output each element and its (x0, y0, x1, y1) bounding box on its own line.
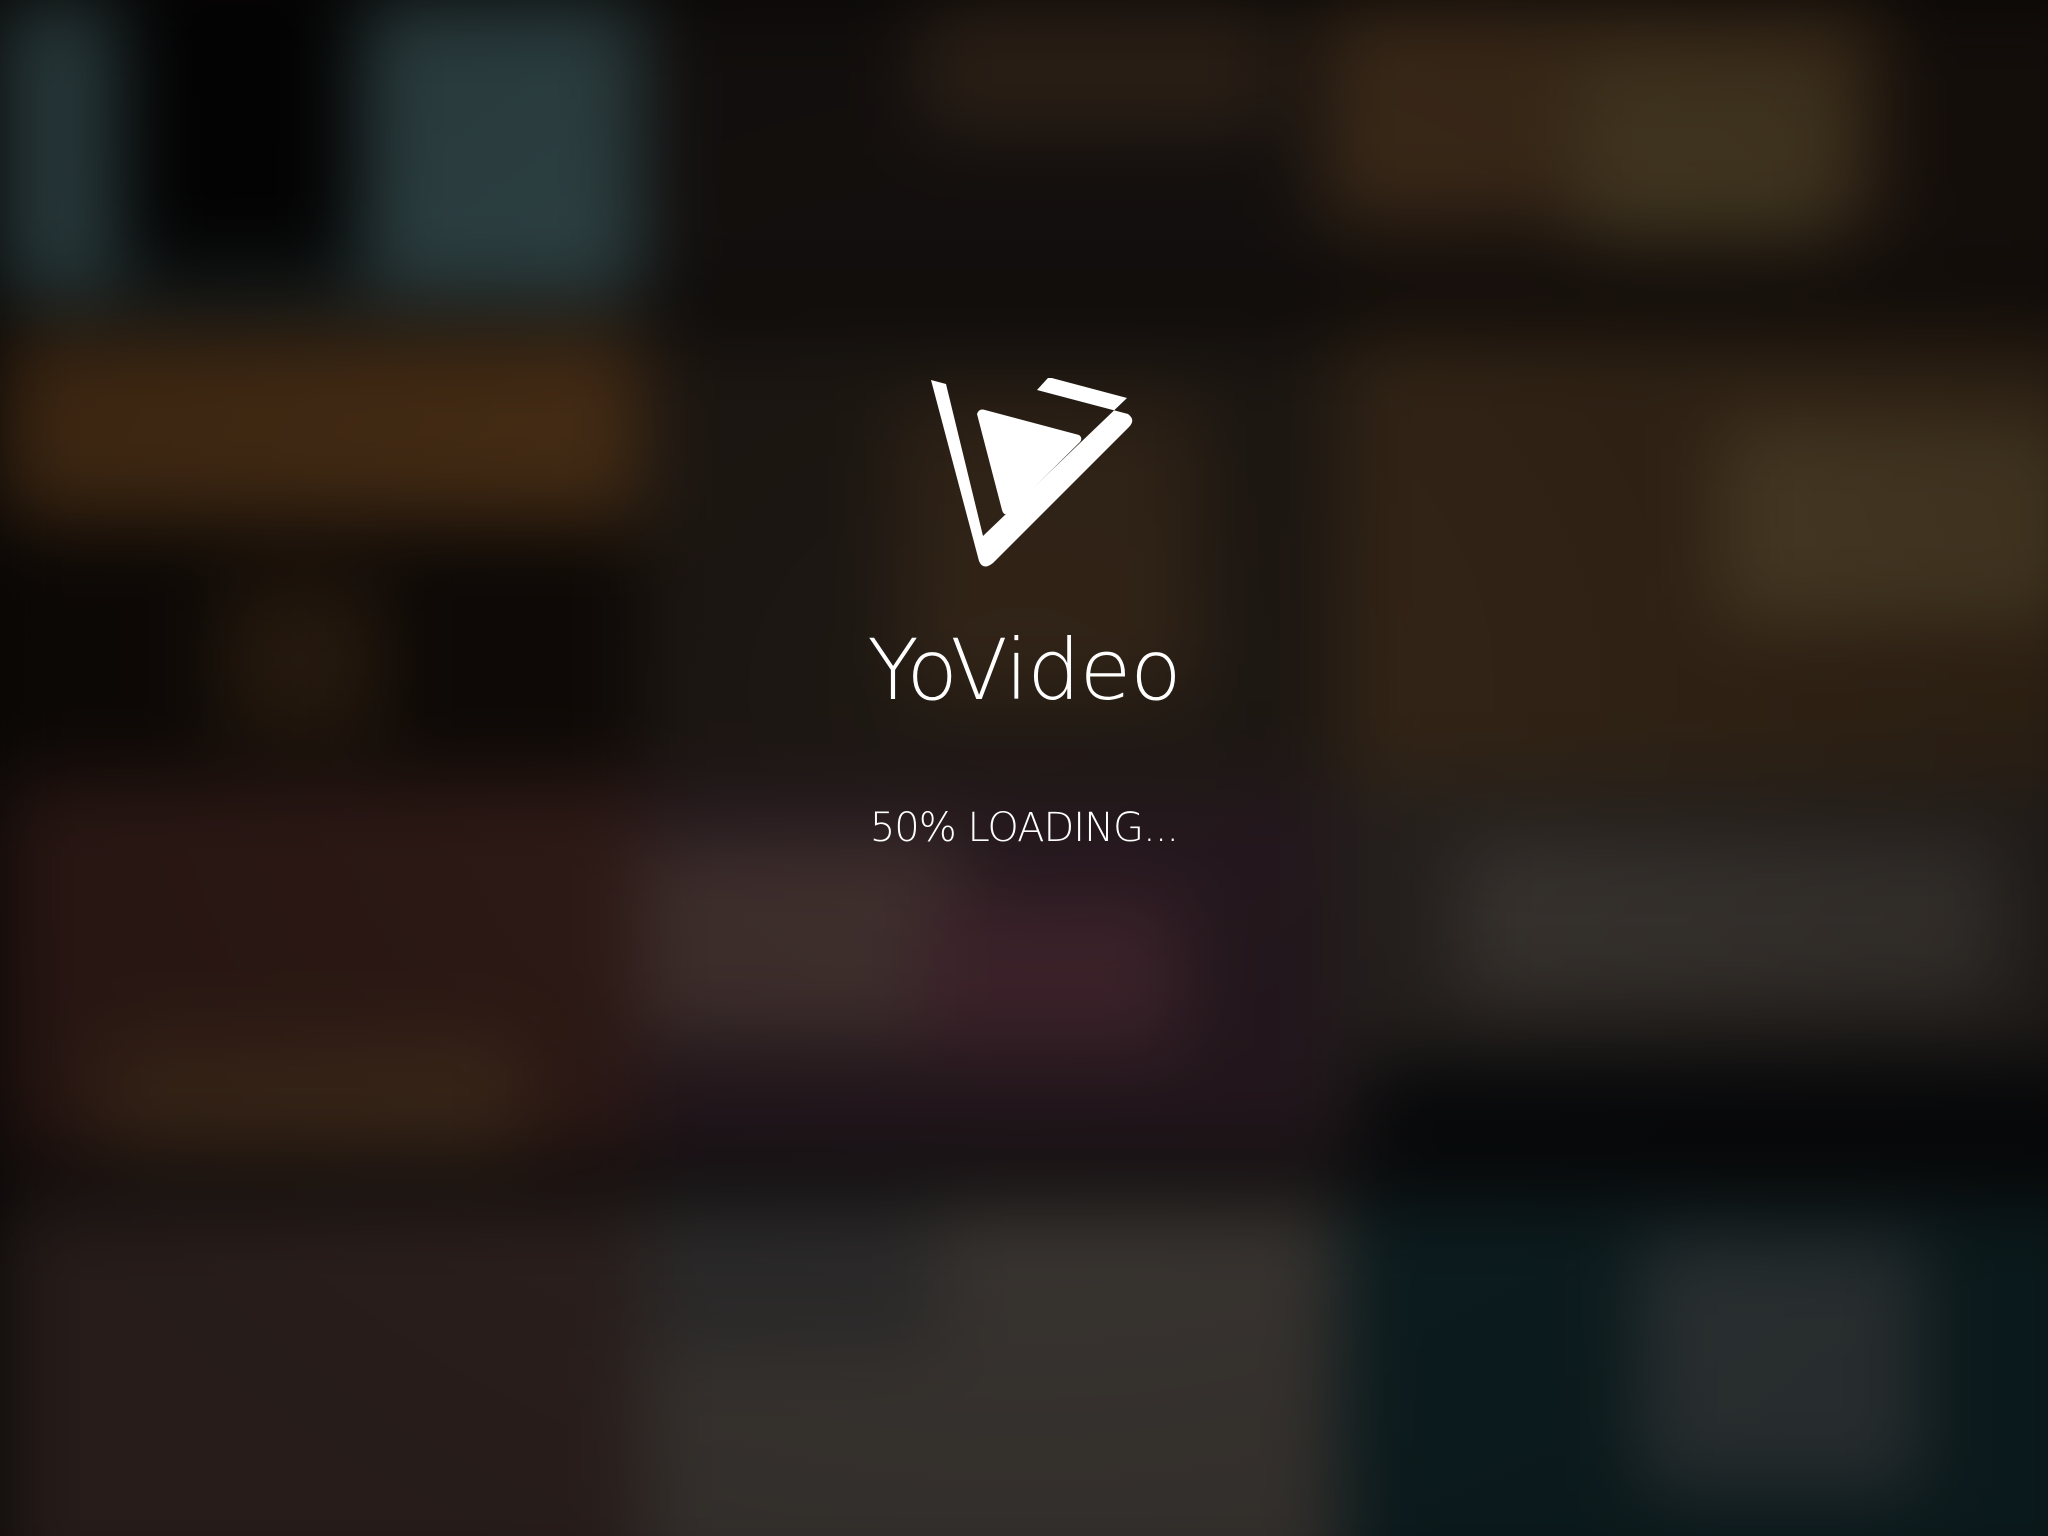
loading-screen: YoVideo 50% LOADING... (0, 0, 2048, 1536)
play-triangle-logo-icon (925, 374, 1141, 574)
loading-status-text: 50% LOADING... (869, 805, 1179, 851)
splash-content: YoVideo 50% LOADING... (0, 0, 2048, 1536)
app-title: YoVideo (867, 621, 1181, 719)
